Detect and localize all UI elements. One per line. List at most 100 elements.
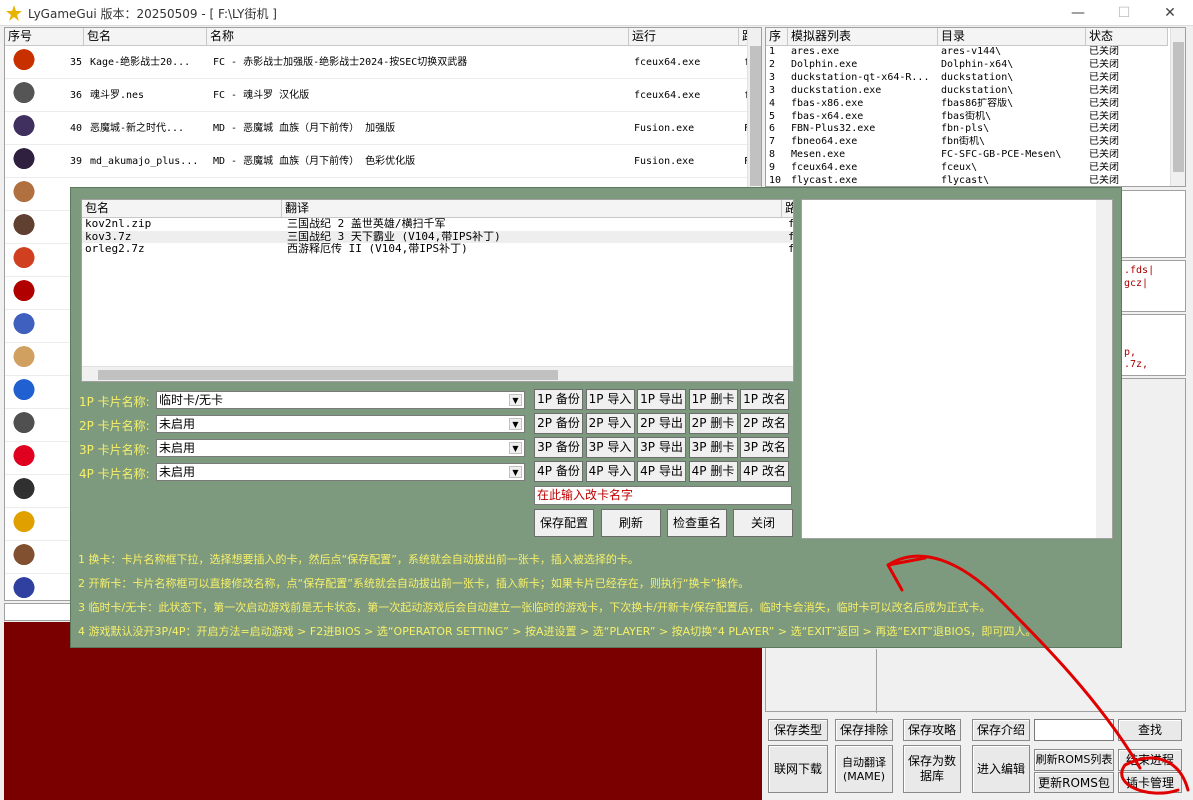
emulator-row[interactable]: 4 fbas-x86.exe fbas86扩容版\ 已关闭 <box>766 98 1168 111</box>
refresh-roms-button[interactable]: 刷新ROMS列表 <box>1034 749 1114 771</box>
p3-import-button[interactable]: 3P 导入 <box>585 437 635 458</box>
dlg-col-translation[interactable]: 翻译 <box>282 200 782 218</box>
emu-col-status[interactable]: 状态 <box>1086 28 1168 46</box>
p3-backup-button[interactable]: 3P 备份 <box>534 437 583 458</box>
card-list-row[interactable]: kov3.7z 三国战纪 3 天下霸业 (V104,带IPS补丁) f <box>82 230 794 243</box>
cell-num: 36 <box>69 90 82 101</box>
p1-backup-button[interactable]: 1P 备份 <box>534 389 583 410</box>
p3-delete-button[interactable]: 3P 删卡 <box>688 437 738 458</box>
emulator-row[interactable]: 5 fbas-x64.exe fbas街机\ 已关闭 <box>766 111 1168 124</box>
card-detail-scrollbar[interactable] <box>1096 200 1112 538</box>
card-select-1p[interactable]: 临时卡/无卡 ▼ <box>156 391 525 409</box>
chevron-down-icon[interactable]: ▼ <box>509 466 522 478</box>
col-header-name[interactable]: 名称 <box>207 28 629 46</box>
scroll-thumb[interactable] <box>750 46 761 186</box>
card-select-3p[interactable]: 未启用 ▼ <box>156 439 525 457</box>
dlg-list-hscroll[interactable] <box>82 366 793 381</box>
dlg-list-hscroll-thumb[interactable] <box>98 370 558 380</box>
col-header-num[interactable]: 序号 <box>5 28 84 46</box>
chevron-down-icon[interactable]: ▼ <box>509 418 522 430</box>
emu-cell-dir: fbn街机\ <box>941 136 986 148</box>
p4-delete-button[interactable]: 4P 删卡 <box>688 461 738 482</box>
card-list-row[interactable]: orleg2.7z 西游释厄传 II (V104,带IPS补丁) f <box>82 243 793 256</box>
save-intro-button[interactable]: 保存介绍 <box>972 719 1030 741</box>
end-process-button[interactable]: 结束进程 <box>1118 749 1182 771</box>
card-select-2p[interactable]: 未启用 ▼ <box>156 415 525 433</box>
emulator-scrollbar[interactable] <box>1170 28 1185 186</box>
emulator-row[interactable]: 10 flycast.exe flycast\ 已关闭 <box>766 175 1168 186</box>
maximize-button[interactable]: ☐ <box>1101 0 1147 26</box>
p1-delete-button[interactable]: 1P 删卡 <box>688 389 738 410</box>
update-roms-button[interactable]: 更新ROMS包 <box>1034 772 1114 793</box>
table-row[interactable]: 39 md_akumajo_plus... MD - 恶魔城 血族（月下前传） 色彩… <box>5 145 761 178</box>
emu-col-dir[interactable]: 目录 <box>938 28 1086 46</box>
table-row[interactable]: 36魂斗罗.nesFC - 魂斗罗 汉化版fceux64.exef <box>5 79 761 112</box>
emulator-row[interactable]: 6 FBN-Plus32.exe fbn-pls\ 已关闭 <box>766 123 1168 136</box>
p2-delete-button[interactable]: 2P 删卡 <box>688 413 738 434</box>
save-guide-button[interactable]: 保存攻略 <box>903 719 961 741</box>
dlg-col-path[interactable]: 路 <box>782 200 793 218</box>
card-game-list[interactable]: 包名 翻译 路 kov2nl.zip三国战纪 2 盖世英雄/横扫千军fkov3.… <box>81 199 794 382</box>
save-type-button[interactable]: 保存类型 <box>768 719 828 741</box>
enter-edit-button[interactable]: 进入编辑 <box>972 745 1030 793</box>
close-dialog-button[interactable]: 关闭 <box>733 509 793 537</box>
p2-import-button[interactable]: 2P 导入 <box>585 413 635 434</box>
p4-backup-button[interactable]: 4P 备份 <box>534 461 583 482</box>
card-cell-pkg: kov3.7z <box>85 230 132 243</box>
emulator-list-table[interactable]: 序 模拟器列表 目录 状态 1 ares.exe ares-v144\ 已关闭 2 Dol… <box>765 27 1186 187</box>
emulator-row[interactable]: 2 Dolphin.exe Dolphin-x64\ 已关闭 <box>766 59 1168 72</box>
check-duplicate-button[interactable]: 检查重名 <box>667 509 727 537</box>
col-header-pkg[interactable]: 包名 <box>84 28 207 46</box>
dlg-col-pkg[interactable]: 包名 <box>82 200 282 218</box>
card-select-4p[interactable]: 未启用 ▼ <box>156 463 525 481</box>
net-download-button[interactable]: 联网下载 <box>768 745 828 793</box>
p1-rename-button[interactable]: 1P 改名 <box>740 389 789 410</box>
card-list-row[interactable]: kov2nl.zip 三国战纪 2 盖世英雄/横扫千军 f <box>82 218 793 231</box>
auto-translate-button[interactable]: 自动翻译 (MAME) <box>835 745 893 793</box>
emu-col-exe[interactable]: 模拟器列表 <box>788 28 938 46</box>
emulator-row[interactable]: 3 duckstation.exe duckstation\ 已关闭 <box>766 85 1168 98</box>
table-row[interactable]: 40 恶魔城-新之时代... MD - 恶魔城 血族（月下前传） 加强版 Fusion… <box>5 112 761 145</box>
card-detail-box[interactable] <box>801 199 1113 539</box>
p4-export-button[interactable]: 4P 导出 <box>637 461 686 482</box>
emu-cell-dir: fbas街机\ <box>941 110 992 122</box>
emulator-row[interactable]: 7 fbneo64.exe fbn街机\ 已关闭 <box>766 136 1168 149</box>
rename-input[interactable]: 在此输入改卡名字 <box>534 486 792 505</box>
p4-rename-button[interactable]: 4P 改名 <box>740 461 789 482</box>
table-row[interactable]: 35 Kage-绝影战士20... FC - 赤影战士加强版-绝影战士2024-按S… <box>5 46 761 79</box>
save-config-button[interactable]: 保存配置 <box>534 509 594 537</box>
save-database-button[interactable]: 保存为数 据库 <box>903 745 961 793</box>
app-star-icon <box>6 5 22 21</box>
emulator-row[interactable]: 8 Mesen.exe FC-SFC-GB-PCE-Mesen\ 已关闭 <box>766 149 1168 162</box>
p1-export-button[interactable]: 1P 导出 <box>637 389 686 410</box>
ext-text-2: gcz| <box>1124 278 1149 289</box>
p2-backup-button[interactable]: 2P 备份 <box>534 413 583 434</box>
fighter-icon <box>9 213 39 242</box>
girl-icon <box>9 345 39 374</box>
p3-export-button[interactable]: 3P 导出 <box>637 437 686 458</box>
p2-rename-button[interactable]: 2P 改名 <box>740 413 789 434</box>
minimize-button[interactable]: — <box>1055 0 1101 26</box>
emu-cell-st: 已关闭 <box>1089 97 1119 109</box>
emulator-row[interactable]: 3 duckstation-qt-x64-R... duckstation\ 已关闭 <box>766 72 1168 85</box>
p2-export-button[interactable]: 2P 导出 <box>637 413 686 434</box>
emulator-row[interactable]: 1 ares.exe ares-v144\ 已关闭 <box>766 46 1168 59</box>
chevron-down-icon[interactable]: ▼ <box>509 394 522 406</box>
emulator-scroll-thumb[interactable] <box>1173 42 1184 172</box>
card-cell-p: f <box>788 230 794 243</box>
emu-col-num[interactable]: 序 <box>766 28 788 46</box>
chevron-down-icon[interactable]: ▼ <box>509 442 522 454</box>
close-window-button[interactable]: ✕ <box>1147 0 1193 26</box>
emulator-row[interactable]: 9 fceux64.exe fceux\ 已关闭 <box>766 162 1168 175</box>
refresh-button[interactable]: 刷新 <box>601 509 661 537</box>
p3-rename-button[interactable]: 3P 改名 <box>740 437 789 458</box>
card-manage-button[interactable]: 插卡管理 <box>1118 772 1182 793</box>
p1-import-button[interactable]: 1P 导入 <box>585 389 635 410</box>
emu-cell-dir: flycast\ <box>941 175 990 186</box>
col-header-run[interactable]: 运行 <box>629 28 739 46</box>
cell-name: MD - 恶魔城 血族（月下前传） 色彩优化版 <box>213 156 416 167</box>
p4-import-button[interactable]: 4P 导入 <box>585 461 635 482</box>
save-exclude-button[interactable]: 保存排除 <box>835 719 893 741</box>
search-button[interactable]: 查找 <box>1118 719 1182 741</box>
search-input[interactable] <box>1034 719 1114 741</box>
